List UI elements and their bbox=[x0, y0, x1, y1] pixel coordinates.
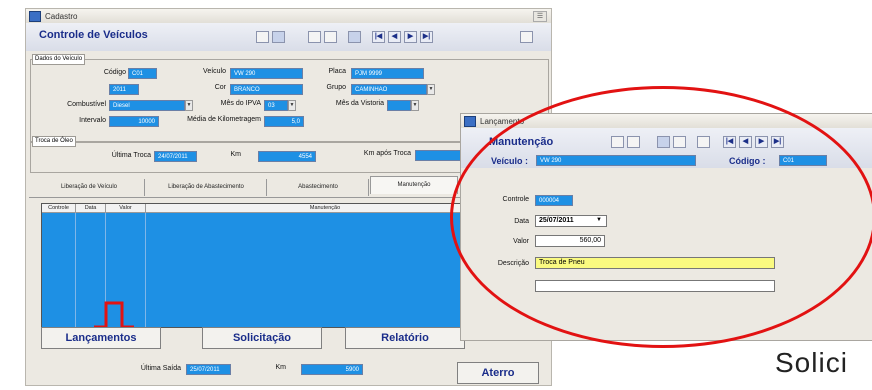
overlay-caption: Solici bbox=[775, 347, 848, 378]
new-record-icon[interactable] bbox=[256, 31, 269, 43]
aterro-button[interactable]: Aterro bbox=[457, 362, 539, 384]
cor-field[interactable]: BRANCO bbox=[230, 84, 303, 95]
footer-km-field[interactable]: 5900 bbox=[301, 364, 363, 375]
mes-vistoria-select[interactable] bbox=[387, 100, 411, 111]
relatorio-button[interactable]: Relatório bbox=[345, 327, 465, 349]
form-title: Controle de Veículos bbox=[39, 29, 148, 41]
tab-manutencao[interactable]: Manutenção bbox=[370, 176, 458, 194]
oil-change-group-title: Troca de Óleo bbox=[32, 136, 76, 147]
grid-header-valor[interactable]: Valor bbox=[106, 204, 146, 213]
edit-record-icon[interactable] bbox=[272, 31, 285, 43]
form-header: Controle de Veículos |◀ ◀ ▶ ▶| bbox=[26, 23, 551, 51]
km-label: Km bbox=[230, 151, 242, 158]
placa-field[interactable]: PJM 9999 bbox=[351, 68, 424, 79]
tab-abastecimento[interactable]: Abastecimento bbox=[268, 179, 369, 196]
close-icon[interactable]: ☰ bbox=[533, 11, 547, 22]
combustivel-label: Combustível bbox=[67, 101, 106, 108]
codigo-field[interactable]: C01 bbox=[128, 68, 157, 79]
km-apos-troca-label: Km após Troca bbox=[363, 150, 411, 157]
cor-label: Cor bbox=[214, 84, 226, 91]
ultima-saida-field[interactable]: 25/07/2011 bbox=[186, 364, 231, 375]
exit-icon[interactable] bbox=[520, 31, 533, 43]
grid-header-data[interactable]: Data bbox=[76, 204, 106, 213]
combustivel-dropdown-icon[interactable]: ▼ bbox=[185, 100, 193, 111]
ano-field[interactable]: 2011 bbox=[109, 84, 139, 95]
veiculo-field[interactable]: VW 290 bbox=[230, 68, 303, 79]
km-apos-troca-field[interactable] bbox=[415, 150, 465, 161]
tab-liberacao-abastecimento[interactable]: Liberação de Abastecimento bbox=[146, 179, 267, 196]
codigo-label: Código bbox=[103, 69, 126, 76]
next-record-icon[interactable]: ▶ bbox=[404, 31, 417, 43]
previous-record-icon[interactable]: ◀ bbox=[388, 31, 401, 43]
mes-ipva-label: Mês do IPVA bbox=[220, 100, 261, 107]
mes-vistoria-label: Mês da Vistoria bbox=[335, 100, 384, 107]
mes-ipva-select[interactable]: 03 bbox=[264, 100, 288, 111]
grupo-label: Grupo bbox=[326, 84, 346, 91]
solicitacao-button[interactable]: Solicitação bbox=[202, 327, 322, 349]
grid-divider bbox=[145, 213, 146, 327]
combustivel-select[interactable]: Diesel bbox=[109, 100, 185, 111]
first-record-icon[interactable]: |◀ bbox=[372, 31, 385, 43]
ultima-troca-field[interactable]: 24/07/2011 bbox=[154, 151, 197, 162]
km-field[interactable]: 4554 bbox=[258, 151, 316, 162]
footer-km-label: Km bbox=[275, 364, 287, 371]
grid-divider bbox=[75, 213, 76, 327]
media-field[interactable]: 5,0 bbox=[264, 116, 304, 127]
lancamentos-button[interactable]: Lançamentos bbox=[41, 327, 161, 349]
grupo-dropdown-icon[interactable]: ▼ bbox=[427, 84, 435, 95]
undo-icon[interactable] bbox=[324, 31, 337, 43]
intervalo-label: Intervalo bbox=[79, 117, 106, 124]
window-title: Cadastro bbox=[45, 11, 78, 21]
placa-label: Placa bbox=[328, 68, 346, 75]
highlight-oval bbox=[450, 86, 872, 348]
veiculo-label: Veículo bbox=[203, 68, 226, 75]
grid-header-controle[interactable]: Controle bbox=[42, 204, 76, 213]
media-label: Média de Kilometragem bbox=[187, 116, 261, 123]
last-record-icon[interactable]: ▶| bbox=[420, 31, 433, 43]
app-icon bbox=[464, 115, 476, 127]
ultima-saida-label: Última Saída bbox=[140, 365, 181, 372]
app-icon bbox=[29, 10, 41, 22]
vehicle-data-group-title: Dados do Veículo bbox=[32, 54, 86, 65]
intervalo-field[interactable]: 10000 bbox=[109, 116, 159, 127]
mes-vistoria-dropdown-icon[interactable]: ▼ bbox=[411, 100, 419, 111]
window-titlebar: Cadastro ☰ bbox=[26, 9, 551, 24]
save-icon[interactable] bbox=[308, 31, 321, 43]
tab-liberacao-veiculo[interactable]: Liberação de Veículo bbox=[34, 179, 145, 196]
ultima-troca-label: Última Troca bbox=[111, 152, 151, 159]
delete-icon[interactable] bbox=[348, 31, 361, 43]
mes-ipva-dropdown-icon[interactable]: ▼ bbox=[288, 100, 296, 111]
grupo-select[interactable]: CAMINHAO bbox=[351, 84, 427, 95]
